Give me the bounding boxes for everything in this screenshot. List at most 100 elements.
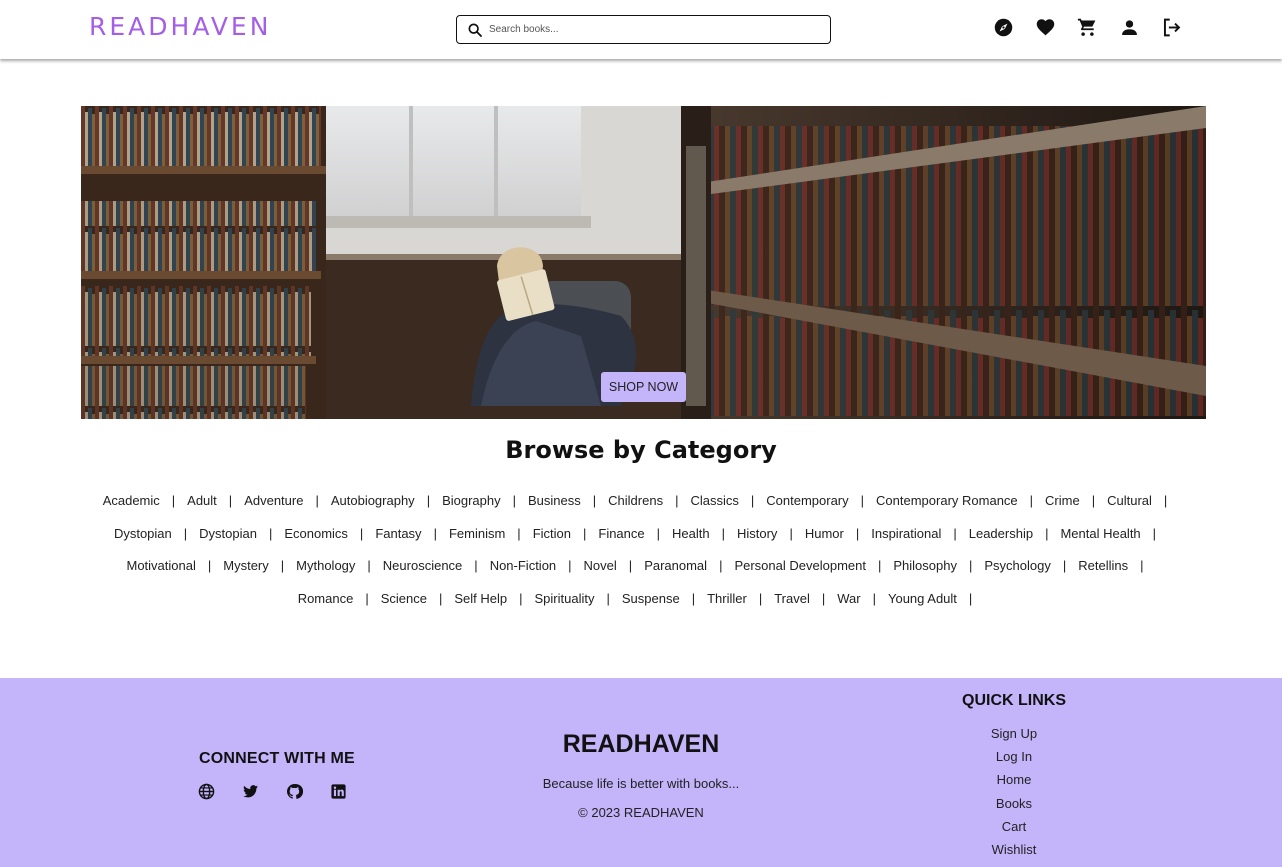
category-link[interactable]: Adventure [244, 493, 303, 508]
category-separator: | [426, 493, 431, 508]
quick-link-books[interactable]: Books [914, 795, 1114, 818]
category-link[interactable]: Health [672, 526, 710, 541]
category-separator: | [789, 526, 793, 541]
category-separator: | [582, 526, 587, 541]
category-link[interactable]: Leadership [969, 526, 1033, 541]
category-row: Dystopian | Dystopian | Economics | Fantasy | Fe… [0, 526, 1282, 541]
category-separator: | [675, 493, 679, 508]
category-separator: | [968, 558, 973, 573]
category-link[interactable]: Fiction [533, 526, 571, 541]
compass-icon[interactable] [992, 16, 1014, 38]
category-link[interactable]: Classics [690, 493, 738, 508]
category-link[interactable]: Contemporary [766, 493, 848, 508]
quick-link-sign-up[interactable]: Sign Up [914, 725, 1114, 748]
category-separator: | [1140, 558, 1144, 573]
category-separator: | [517, 526, 521, 541]
quick-link-home[interactable]: Home [914, 771, 1114, 794]
category-link[interactable]: Fantasy [375, 526, 421, 541]
category-link[interactable]: History [737, 526, 777, 541]
category-separator: | [968, 591, 973, 606]
category-link[interactable]: Retellins [1078, 558, 1128, 573]
logout-icon[interactable] [1160, 16, 1182, 38]
category-separator: | [860, 493, 865, 508]
category-link[interactable]: Philosophy [893, 558, 957, 573]
category-link[interactable]: Self Help [454, 591, 507, 606]
category-link[interactable]: Spirituality [535, 591, 595, 606]
category-link[interactable]: Economics [284, 526, 348, 541]
category-separator: | [183, 526, 188, 541]
category-link[interactable]: Non-Fiction [490, 558, 556, 573]
quick-link-log-in[interactable]: Log In [914, 748, 1114, 771]
category-link[interactable]: Dystopian [114, 526, 172, 541]
category-separator: | [519, 591, 523, 606]
category-link[interactable]: Inspirational [871, 526, 941, 541]
category-separator: | [872, 591, 876, 606]
category-link[interactable]: Business [528, 493, 581, 508]
category-separator: | [1091, 493, 1096, 508]
search-input[interactable] [489, 24, 809, 35]
category-link[interactable]: War [837, 591, 860, 606]
category-link[interactable]: Adult [187, 493, 217, 508]
hero-banner: SHOP NOW [81, 106, 1206, 419]
category-separator: | [315, 493, 319, 508]
category-link[interactable]: Psychology [984, 558, 1050, 573]
category-link[interactable]: Neuroscience [383, 558, 463, 573]
category-link[interactable]: Mythology [296, 558, 355, 573]
category-link[interactable]: Biography [442, 493, 501, 508]
browse-title: Browse by Category [505, 436, 777, 464]
category-link[interactable]: Romance [298, 591, 354, 606]
category-separator: | [855, 526, 860, 541]
category-separator: | [171, 493, 176, 508]
site-logo[interactable]: READHAVEN [89, 12, 271, 41]
category-link[interactable]: Motivational [127, 558, 196, 573]
category-separator: | [207, 558, 212, 573]
header-nav [992, 16, 1182, 38]
quick-link-cart[interactable]: Cart [914, 818, 1114, 841]
category-link[interactable]: Childrens [608, 493, 663, 508]
category-separator: | [1045, 526, 1049, 541]
category-link[interactable]: Mystery [223, 558, 269, 573]
category-separator: | [433, 526, 437, 541]
category-link[interactable]: Dystopian [199, 526, 257, 541]
category-link[interactable]: Paranomal [644, 558, 707, 573]
quick-links-list: Sign Up Log In Home Books Cart Wishlist [914, 725, 1114, 864]
category-separator: | [821, 591, 826, 606]
category-link[interactable]: Personal Development [734, 558, 866, 573]
category-row: Academic | Adult | Adventure | Autobiography | B… [0, 493, 1282, 508]
category-separator: | [606, 591, 610, 606]
category-link[interactable]: Contemporary Romance [876, 493, 1018, 508]
quick-link-wishlist[interactable]: Wishlist [914, 841, 1114, 864]
category-link[interactable]: Feminism [449, 526, 505, 541]
category-separator: | [228, 493, 233, 508]
category-separator: | [953, 526, 957, 541]
category-link[interactable]: Science [381, 591, 427, 606]
heart-icon[interactable] [1034, 16, 1056, 38]
category-link[interactable]: Crime [1045, 493, 1080, 508]
category-link[interactable]: Thriller [707, 591, 747, 606]
category-link[interactable]: Mental Health [1060, 526, 1140, 541]
quick-links-title: QUICK LINKS [962, 692, 1066, 709]
category-link[interactable]: Travel [774, 591, 810, 606]
search-icon [467, 22, 483, 38]
category-separator: | [758, 591, 763, 606]
category-separator: | [365, 591, 369, 606]
category-link[interactable]: Suspense [622, 591, 680, 606]
person-icon[interactable] [1118, 16, 1140, 38]
category-separator: | [656, 526, 661, 541]
category-separator: | [512, 493, 517, 508]
category-link[interactable]: Finance [598, 526, 644, 541]
category-separator: | [268, 526, 273, 541]
category-link[interactable]: Humor [805, 526, 844, 541]
category-link[interactable]: Cultural [1107, 493, 1152, 508]
category-link[interactable]: Autobiography [331, 493, 415, 508]
category-link[interactable]: Young Adult [888, 591, 957, 606]
category-separator: | [1152, 526, 1157, 541]
cart-icon[interactable] [1076, 16, 1098, 38]
category-link[interactable]: Academic [103, 493, 160, 508]
category-row: Romance | Science | Self Help | Spirituality | S… [0, 591, 1282, 606]
category-separator: | [568, 558, 572, 573]
search-bar[interactable] [456, 15, 831, 44]
shop-now-button[interactable]: SHOP NOW [601, 372, 686, 402]
category-link[interactable]: Novel [584, 558, 617, 573]
category-separator: | [367, 558, 371, 573]
